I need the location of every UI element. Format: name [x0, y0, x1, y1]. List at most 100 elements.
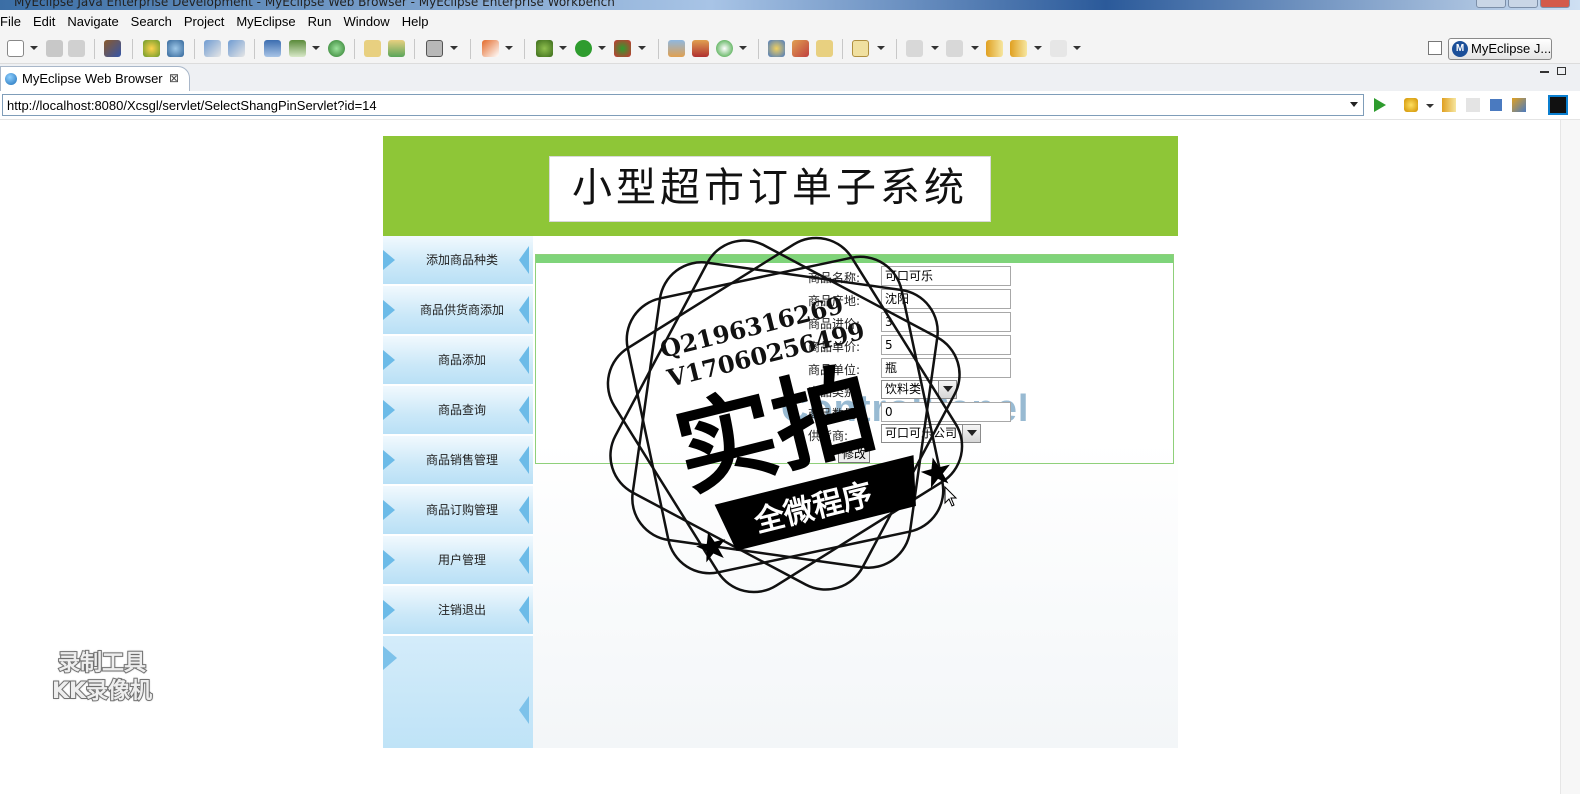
web-project-icon[interactable] — [668, 40, 685, 57]
import-icon[interactable] — [388, 40, 405, 57]
url-input[interactable] — [2, 94, 1364, 116]
maximize-view-icon[interactable] — [1557, 67, 1566, 75]
forward-icon[interactable] — [1050, 40, 1067, 57]
open-type-dropdown-icon[interactable] — [877, 46, 885, 50]
forward-dropdown-icon[interactable] — [1073, 46, 1081, 50]
menu-edit[interactable]: Edit — [27, 10, 61, 34]
print-icon[interactable] — [68, 40, 85, 57]
debug-icon[interactable] — [536, 40, 553, 57]
menu-myeclipse[interactable]: MyEclipse — [230, 10, 301, 34]
close-tab-icon[interactable]: ⊠ — [169, 67, 179, 90]
previous-annotation-dropdown-icon[interactable] — [971, 46, 979, 50]
toolbar-separator — [758, 39, 759, 59]
new-file-icon[interactable] — [7, 40, 24, 57]
browser-back-icon[interactable] — [1442, 98, 1456, 112]
favorites-dropdown-icon[interactable] — [1426, 104, 1434, 108]
minimize-window-button[interactable] — [1476, 0, 1506, 8]
product-name-input[interactable]: 可口可乐 — [881, 266, 1011, 286]
quantity-input[interactable]: 0 — [881, 402, 1011, 422]
new-class-dropdown-icon[interactable] — [505, 46, 513, 50]
external-tools-icon[interactable] — [614, 40, 631, 57]
unit-price-input[interactable]: 5 — [881, 335, 1011, 355]
run-dropdown-icon[interactable] — [598, 46, 606, 50]
open-perspective-icon[interactable] — [1428, 41, 1442, 55]
close-window-button[interactable] — [1540, 0, 1570, 8]
sidebar-item-user-management[interactable]: 用户管理 — [383, 536, 533, 584]
category-select[interactable]: 饮料类 — [881, 380, 957, 399]
product-unit-input[interactable]: 瓶 — [881, 358, 1011, 378]
rocket-icon[interactable] — [792, 40, 809, 57]
sidebar-item-add-supplier[interactable]: 商品供货商添加 — [383, 286, 533, 334]
ejb-icon[interactable] — [692, 40, 709, 57]
server-icon[interactable] — [167, 40, 184, 57]
toolbar-separator — [94, 39, 95, 59]
save-icon[interactable] — [46, 40, 63, 57]
bug-icon[interactable] — [143, 40, 160, 57]
next-annotation-icon[interactable] — [906, 40, 923, 57]
recorder-line-1: 录制工具 — [57, 650, 147, 677]
new-class-icon[interactable] — [482, 40, 499, 57]
go-icon[interactable] — [1374, 98, 1386, 112]
menu-file[interactable]: File — [0, 10, 27, 34]
perspective-button[interactable]: M MyEclipse J... — [1448, 38, 1552, 60]
modify-button[interactable]: 修改 — [838, 445, 870, 463]
favorites-icon[interactable] — [1404, 98, 1418, 112]
sidebar-item-logout[interactable]: 注销退出 — [383, 586, 533, 634]
browser-refresh-icon[interactable] — [1512, 98, 1526, 112]
folder-open-icon[interactable] — [816, 40, 833, 57]
sidebar-item-product-query[interactable]: 商品查询 — [383, 386, 533, 434]
menu-window[interactable]: Window — [337, 10, 395, 34]
back-dropdown-icon[interactable] — [1034, 46, 1042, 50]
back-icon[interactable] — [1010, 40, 1027, 57]
stop-icon[interactable] — [1490, 99, 1502, 111]
menu-bar: File Edit Navigate Search Project MyEcli… — [0, 10, 1580, 34]
vertical-scrollbar[interactable] — [1560, 120, 1580, 794]
deploy-icon[interactable] — [264, 40, 281, 57]
camera-dropdown-icon[interactable] — [450, 46, 458, 50]
open-folder-icon[interactable] — [364, 40, 381, 57]
wizard-icon[interactable] — [204, 40, 221, 57]
sidebar-item-add-category[interactable]: 添加商品种类 — [383, 236, 533, 284]
site-sidebar: 添加商品种类 商品供货商添加 商品添加 商品查询 商品销售管理 商品订购管理 用… — [383, 236, 533, 748]
tab-label: MyEclipse Web Browser — [22, 71, 163, 86]
sidebar-item-order-management[interactable]: 商品订购管理 — [383, 486, 533, 534]
minimize-view-icon[interactable] — [1540, 71, 1549, 73]
maximize-window-button[interactable] — [1508, 0, 1538, 8]
open-type-icon[interactable] — [852, 40, 869, 57]
refresh-dropdown-icon[interactable] — [739, 46, 747, 50]
sidebar-item-add-product[interactable]: 商品添加 — [383, 336, 533, 384]
last-edit-icon[interactable] — [986, 40, 1003, 57]
tab-web-browser[interactable]: MyEclipse Web Browser ⊠ — [0, 66, 190, 91]
package-icon[interactable] — [104, 40, 121, 57]
database-icon[interactable] — [768, 40, 785, 57]
url-history-dropdown-icon[interactable] — [1350, 102, 1358, 107]
menu-project[interactable]: Project — [178, 10, 230, 34]
run-server-icon[interactable] — [289, 40, 306, 57]
search-icon[interactable] — [228, 40, 245, 57]
field-label-unit: 商品单位: — [808, 363, 861, 377]
run-icon[interactable] — [575, 40, 592, 57]
browser-forward-icon[interactable] — [1466, 98, 1480, 112]
sidebar-item-sales-management[interactable]: 商品销售管理 — [383, 436, 533, 484]
cost-price-input[interactable]: 3 — [881, 312, 1011, 332]
supplier-select[interactable]: 可口可乐公司 — [881, 424, 981, 443]
external-tools-dropdown-icon[interactable] — [638, 46, 646, 50]
camera-icon[interactable] — [426, 40, 443, 57]
globe-icon[interactable] — [328, 40, 345, 57]
debug-dropdown-icon[interactable] — [559, 46, 567, 50]
view-menu-icon[interactable] — [1548, 95, 1568, 115]
new-dropdown-icon[interactable] — [30, 46, 38, 50]
toolbar-separator — [658, 39, 659, 59]
product-origin-input[interactable]: 沈阳 — [881, 289, 1011, 309]
previous-annotation-icon[interactable] — [946, 40, 963, 57]
toolbar-separator — [414, 39, 415, 59]
toolbar-separator — [132, 39, 133, 59]
menu-help[interactable]: Help — [396, 10, 435, 34]
next-annotation-dropdown-icon[interactable] — [931, 46, 939, 50]
chevron-down-icon — [938, 381, 956, 398]
menu-navigate[interactable]: Navigate — [61, 10, 124, 34]
menu-search[interactable]: Search — [125, 10, 178, 34]
refresh-icon[interactable] — [716, 40, 733, 57]
menu-run[interactable]: Run — [302, 10, 338, 34]
server-dropdown-icon[interactable] — [312, 46, 320, 50]
